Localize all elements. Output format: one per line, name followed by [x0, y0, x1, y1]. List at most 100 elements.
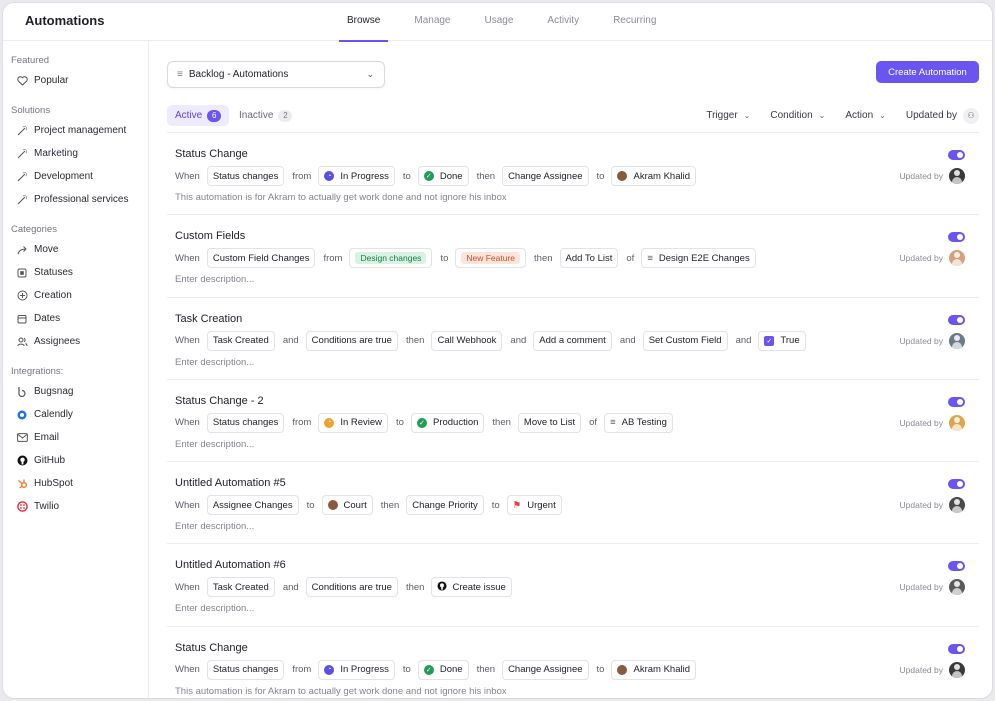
automation-row[interactable]: Status Change - 2 When Status changes from ◔… — [167, 378, 979, 461]
rule-chip[interactable]: ◔ In Progress — [318, 166, 395, 186]
trigger-filter[interactable]: Trigger ⌄ — [706, 110, 750, 121]
chevron-down-icon: ⌄ — [818, 111, 826, 120]
rule-chip[interactable]: ✓ True — [758, 330, 806, 351]
rule-chip[interactable]: ◔ In Progress — [318, 659, 395, 680]
active-filter-tab[interactable]: Active 6 — [167, 105, 230, 126]
tab-browse[interactable]: Browse — [339, 3, 389, 42]
updated-by-filter[interactable]: Updated by ⚇ — [906, 107, 979, 124]
rule-chip[interactable]: Change Priority — [406, 495, 484, 516]
sidebar-item-professional-services[interactable]: Professional services — [3, 188, 148, 211]
automation-description[interactable]: Enter description... — [175, 274, 254, 285]
automation-description[interactable]: Enter description... — [175, 357, 254, 368]
automation-row[interactable]: Untitled Automation #6 When Task Created an… — [167, 543, 979, 625]
rule-chip-label: New Feature — [461, 252, 521, 265]
rule-chip[interactable]: Status changes — [206, 659, 285, 680]
rule-chip[interactable]: Change Assignee — [502, 659, 589, 680]
avatar — [949, 661, 965, 678]
sidebar-item-project-management[interactable]: Project management — [3, 119, 148, 142]
rule-chip[interactable]: Set Custom Field — [642, 330, 728, 351]
automation-toggle[interactable] — [948, 479, 965, 490]
sidebar-item-creation[interactable]: Creation — [3, 284, 148, 307]
rule-chip[interactable]: Status changes — [206, 166, 285, 186]
list-select-value: Backlog - Automations — [188, 69, 289, 80]
rule-chip[interactable]: Add To List — [559, 248, 619, 269]
sidebar-item-hubspot[interactable]: HubSpot — [3, 472, 148, 495]
rule-chip[interactable]: Call Webhook — [431, 330, 503, 351]
email-icon — [16, 432, 28, 444]
sidebar-item-move[interactable]: Move — [3, 238, 148, 261]
automation-row[interactable]: Custom Fields When Custom Field Changes fro… — [167, 214, 979, 296]
sidebar-item-popular[interactable]: Popular — [3, 69, 148, 92]
sidebar-heading-featured: Featured — [11, 55, 50, 66]
automation-row[interactable]: Untitled Automation #5 When Assignee Chang… — [167, 461, 979, 543]
automation-toggle[interactable] — [948, 150, 965, 160]
sidebar-item-dates[interactable]: Dates — [3, 307, 148, 330]
rule-chip[interactable]: Change Assignee — [502, 166, 589, 186]
rule-keyword: from — [292, 664, 312, 676]
rule-chip[interactable]: ✓ Done — [417, 659, 469, 680]
tab-activity[interactable]: Activity — [539, 3, 587, 41]
rule-chip[interactable]: ⚑ Urgent — [506, 495, 562, 516]
automation-description[interactable]: Enter description... — [175, 439, 254, 450]
rule-chip[interactable]: ≡ Design E2E Changes — [641, 248, 756, 269]
rule-chip[interactable]: Conditions are true — [305, 330, 398, 351]
rule-chip[interactable]: Status changes — [206, 412, 285, 433]
list-select[interactable]: ≡ Backlog - Automations ⌄ — [167, 61, 385, 88]
automation-row[interactable]: Task Creation When Task Created and Conditio… — [167, 296, 979, 379]
rule-chip[interactable]: Design changes — [349, 248, 433, 269]
rule-keyword: of — [589, 417, 598, 429]
sidebar-item-assignees[interactable]: Assignees — [3, 330, 148, 353]
sidebar-item-twilio[interactable]: Twilio — [3, 495, 148, 518]
rule-chip[interactable]: Task Created — [206, 330, 275, 351]
sidebar-item-calendly[interactable]: Calendly — [3, 403, 148, 426]
rule-chip[interactable]: Akram Khalid — [611, 659, 696, 680]
rule-chip[interactable]: Move to List — [517, 412, 582, 433]
rule-chip[interactable]: ✓ Production — [410, 412, 485, 433]
tab-bar: Browse Manage Usage Activity Recurring — [339, 3, 682, 42]
action-filter[interactable]: Action ⌄ — [845, 110, 886, 121]
condition-filter[interactable]: Condition ⌄ — [770, 110, 825, 121]
sidebar-item-marketing[interactable]: Marketing — [3, 142, 148, 165]
automation-toggle[interactable] — [948, 396, 965, 407]
sidebar-item-label: Popular — [34, 75, 69, 86]
sidebar-item-label: Project management — [34, 125, 127, 136]
automation-toggle[interactable] — [948, 643, 965, 654]
automation-description[interactable]: This automation is for Akram to actually… — [175, 686, 507, 697]
inactive-filter-tab[interactable]: Inactive 2 — [231, 105, 300, 126]
sidebar-item-bugsnag[interactable]: Bugsnag — [3, 380, 148, 403]
tab-recurring[interactable]: Recurring — [605, 3, 664, 41]
automation-description[interactable]: Enter description... — [175, 603, 254, 614]
automation-title: Custom Fields — [175, 230, 246, 243]
automation-description[interactable]: This automation is for Akram to actually… — [175, 192, 507, 203]
automation-row[interactable]: Status Change When Status changes from ◔ In P… — [167, 132, 979, 214]
rule-chip[interactable]: Create issue — [431, 577, 512, 598]
magic-wand-icon — [16, 125, 28, 137]
tab-manage[interactable]: Manage — [406, 3, 458, 41]
rule-chip-label: Akram Khalid — [633, 664, 690, 676]
rule-chip[interactable]: Custom Field Changes — [206, 248, 316, 269]
sidebar-item-statuses[interactable]: Statuses — [3, 261, 148, 284]
sidebar-item-email[interactable]: Email — [3, 426, 148, 449]
rule-chip[interactable]: Assignee Changes — [206, 495, 299, 516]
rule-chip[interactable]: Add a comment — [533, 330, 612, 351]
rule-chip-label: Status changes — [212, 664, 279, 676]
rule-chip[interactable]: New Feature — [455, 248, 527, 269]
automation-toggle[interactable] — [948, 561, 965, 572]
sidebar-item-github[interactable]: GitHub — [3, 449, 148, 472]
tab-usage[interactable]: Usage — [477, 3, 522, 41]
rule-chip[interactable]: Court — [321, 495, 373, 516]
rule-chip[interactable]: Task Created — [206, 577, 275, 598]
automation-description[interactable]: Enter description... — [175, 521, 254, 532]
rule-chip[interactable]: ◔ In Review — [318, 412, 389, 433]
sidebar-item-development[interactable]: Development — [3, 165, 148, 188]
rule-chip[interactable]: Akram Khalid — [611, 166, 696, 186]
rule-chip[interactable]: Conditions are true — [305, 577, 398, 598]
automation-row[interactable]: Status Change When Status changes from ◔ In P… — [167, 625, 979, 698]
create-automation-button[interactable]: Create Automation — [876, 61, 979, 83]
rule-chip[interactable]: ≡ AB Testing — [604, 412, 673, 433]
automation-toggle[interactable] — [948, 232, 965, 243]
rule-chip-label: Change Assignee — [508, 170, 583, 182]
rule-keyword: to — [402, 664, 411, 676]
rule-chip[interactable]: ✓ Done — [417, 166, 469, 186]
automation-toggle[interactable] — [948, 314, 965, 325]
